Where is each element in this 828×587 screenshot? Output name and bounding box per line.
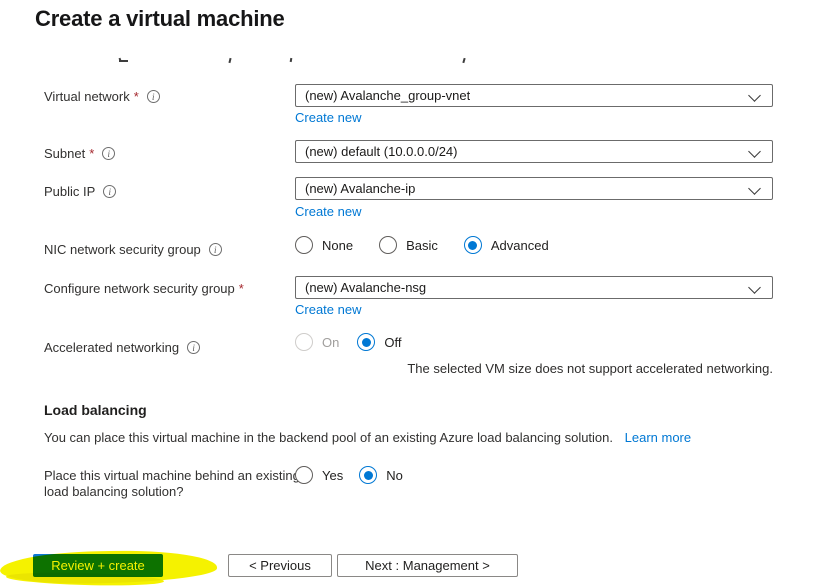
info-icon[interactable]: i (102, 147, 116, 160)
learn-more-link[interactable]: Learn more (625, 430, 691, 445)
radio-circle-selected (359, 466, 378, 484)
accelerated-networking-label-text: Accelerated networking (44, 340, 180, 355)
subnet-label: Subnet * i (44, 146, 116, 161)
public-ip-label: Public IP i (44, 184, 117, 199)
radio-circle-selected (357, 333, 376, 351)
required-asterisk: * (133, 89, 139, 104)
radio-basic[interactable]: Basic (379, 236, 438, 254)
info-icon[interactable]: i (103, 185, 117, 198)
radio-none[interactable]: None (295, 236, 353, 254)
radio-yes[interactable]: Yes (295, 466, 343, 484)
nic-nsg-radio-group: None Basic Advanced (295, 236, 575, 254)
public-ip-dropdown[interactable]: (new) Avalanche-ip (295, 177, 773, 200)
next-management-button[interactable]: Next : Management > (337, 554, 518, 577)
public-ip-create-new-link[interactable]: Create new (295, 204, 361, 219)
virtual-network-label-text: Virtual network (44, 89, 130, 104)
load-balancing-heading: Load balancing (44, 402, 147, 418)
review-create-button[interactable]: Review + create (33, 554, 163, 577)
radio-circle (295, 236, 313, 254)
radio-label: Off (384, 334, 402, 350)
radio-on: On (295, 333, 339, 351)
subnet-value: (new) default (10.0.0.0/24) (305, 144, 458, 159)
load-balancing-description-text: You can place this virtual machine in th… (44, 430, 614, 445)
vm-size-note: The selected VM size does not support ac… (407, 361, 773, 376)
radio-label: Yes (322, 467, 344, 483)
load-balancing-radio-group: Yes No (295, 466, 429, 484)
radio-circle-disabled (295, 333, 313, 351)
public-ip-value: (new) Avalanche-ip (305, 181, 416, 196)
radio-label: Advanced (490, 237, 549, 253)
chevron-down-icon (748, 182, 761, 195)
configure-nsg-create-new-link[interactable]: Create new (295, 302, 361, 317)
create-vm-networking-page: { "page": { "title": "Create a virtual m… (0, 0, 828, 587)
subnet-dropdown[interactable]: (new) default (10.0.0.0/24) (295, 140, 773, 163)
info-icon[interactable]: i (146, 90, 160, 103)
public-ip-label-text: Public IP (44, 184, 96, 199)
radio-label: Basic (406, 237, 438, 253)
chevron-down-icon (748, 281, 761, 294)
load-balancing-question: Place this virtual machine behind an exi… (44, 468, 300, 499)
radio-circle (379, 236, 398, 254)
subnet-label-text: Subnet (44, 146, 86, 161)
nic-nsg-label-text: NIC network security group (44, 242, 201, 257)
configure-nsg-label: Configure network security group * (44, 281, 244, 296)
radio-off[interactable]: Off (357, 333, 401, 351)
previous-button[interactable]: < Previous (228, 554, 332, 577)
chevron-down-icon (748, 145, 761, 158)
virtual-network-dropdown[interactable]: (new) Avalanche_group-vnet (295, 84, 773, 107)
radio-no[interactable]: No (359, 466, 403, 484)
configure-nsg-label-text: Configure network security group (44, 281, 235, 296)
required-asterisk: * (238, 281, 244, 296)
configure-nsg-dropdown[interactable]: (new) Avalanche-nsg (295, 276, 773, 299)
radio-circle-selected (463, 236, 482, 254)
info-icon[interactable]: i (187, 341, 201, 354)
virtual-network-label: Virtual network * i (44, 89, 160, 104)
configure-nsg-value: (new) Avalanche-nsg (305, 280, 427, 295)
virtual-network-create-new-link[interactable]: Create new (295, 110, 361, 125)
accelerated-networking-radio-group: On Off (295, 333, 427, 351)
radio-circle (295, 466, 313, 484)
radio-label: On (322, 334, 340, 350)
required-asterisk: * (89, 146, 95, 161)
page-title: Create a virtual machine (35, 6, 285, 31)
radio-advanced[interactable]: Advanced (463, 236, 549, 254)
chevron-down-icon (748, 89, 761, 102)
radio-label: No (386, 467, 403, 483)
radio-label: None (322, 237, 354, 253)
accelerated-networking-label: Accelerated networking i (44, 340, 201, 355)
nic-nsg-label: NIC network security group i (44, 242, 222, 257)
virtual-network-value: (new) Avalanche_group-vnet (305, 88, 471, 103)
load-balancing-description: You can place this virtual machine in th… (44, 430, 691, 445)
info-icon[interactable]: i (208, 243, 222, 256)
